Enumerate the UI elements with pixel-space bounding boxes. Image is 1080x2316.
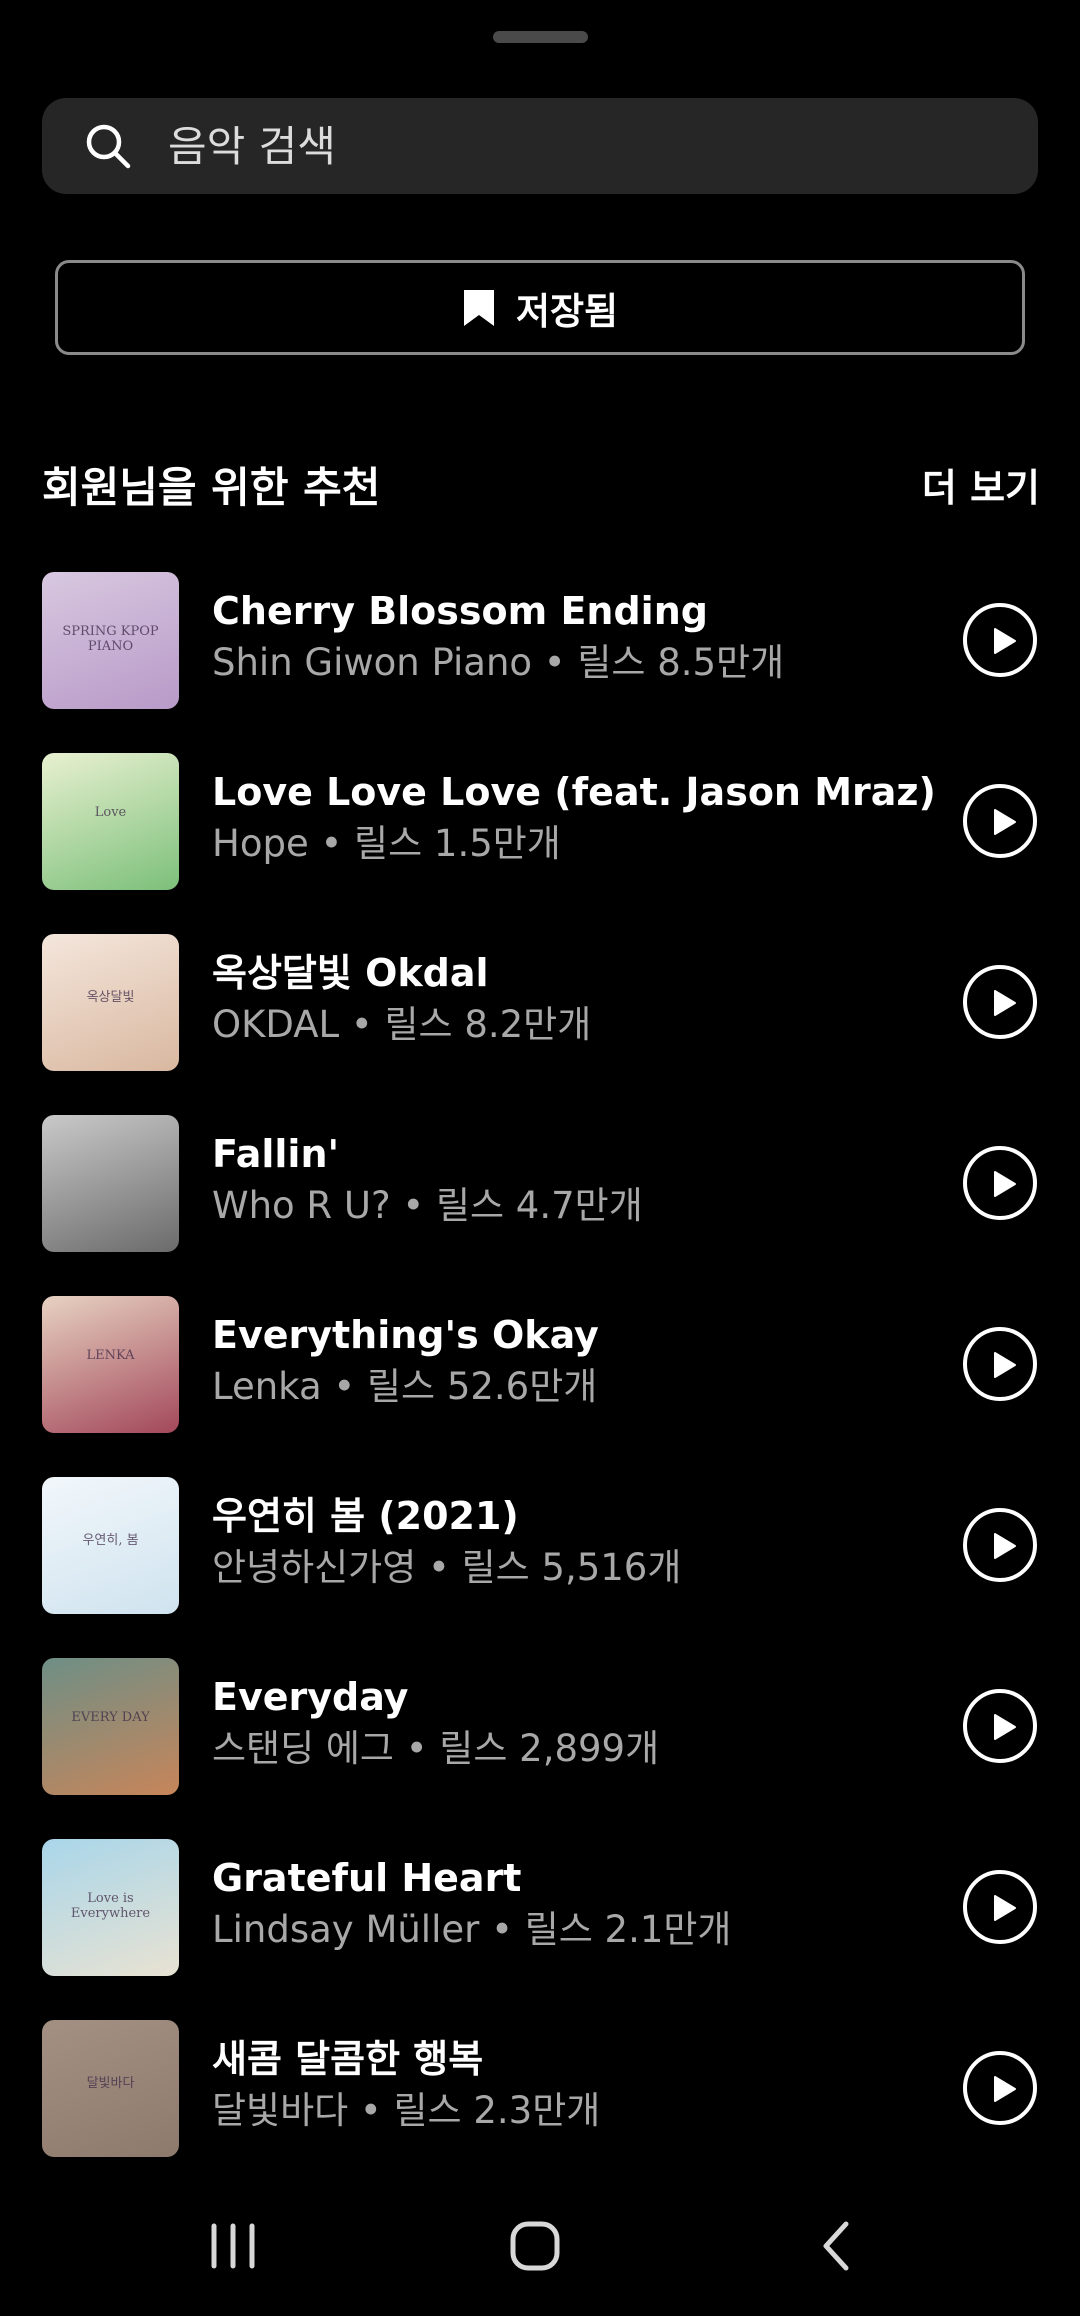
play-icon	[994, 990, 1016, 1016]
play-button[interactable]	[963, 1870, 1037, 1944]
play-button[interactable]	[963, 1508, 1037, 1582]
back-icon	[823, 2221, 849, 2271]
album-cover	[42, 1115, 179, 1252]
track-row[interactable]: 옥상달빛 옥상달빛 Okdal OKDAL • 릴스 8.2만개	[0, 932, 1080, 1072]
play-button[interactable]	[963, 1689, 1037, 1763]
home-button[interactable]	[490, 2210, 580, 2280]
play-icon	[994, 1171, 1016, 1197]
track-row[interactable]: SPRING KPOP PIANO Cherry Blossom Ending Sh…	[0, 570, 1080, 710]
system-nav-bar	[0, 2190, 1080, 2316]
track-row[interactable]: LENKA Everything's Okay Lenka • 릴스 52.6만개	[0, 1294, 1080, 1434]
album-cover-text: 우연히, 봄	[82, 1533, 139, 1548]
track-subtitle: Hope • 릴스 1.5만개	[212, 822, 561, 865]
play-icon	[994, 1533, 1016, 1559]
recent-apps-icon	[211, 2223, 255, 2269]
album-cover: 달빛바다	[42, 2020, 179, 2157]
play-icon	[994, 1714, 1016, 1740]
album-cover: EVERY DAY	[42, 1658, 179, 1795]
album-cover: 옥상달빛	[42, 934, 179, 1071]
track-title: Love Love Love (feat. Jason Mraz)	[212, 770, 936, 814]
section-title: 회원님을 위한 추천	[42, 463, 381, 512]
search-input[interactable]	[168, 98, 988, 194]
play-button[interactable]	[963, 1327, 1037, 1401]
album-cover-text: EVERY DAY	[71, 1710, 150, 1725]
track-subtitle: 스탠딩 에그 • 릴스 2,899개	[212, 1727, 660, 1770]
track-subtitle: 달빛바다 • 릴스 2.3만개	[212, 2089, 601, 2132]
play-icon	[994, 1895, 1016, 1921]
home-icon	[510, 2221, 560, 2271]
track-title: Cherry Blossom Ending	[212, 589, 708, 633]
track-row[interactable]: 우연히, 봄 우연히 봄 (2021) 안녕하신가영 • 릴스 5,516개	[0, 1475, 1080, 1615]
track-row[interactable]: 달빛바다 새콤 달콤한 행복달빛바다 • 릴스 2.3만개	[0, 2018, 1080, 2158]
album-cover-text: Love	[94, 805, 127, 820]
play-icon	[994, 1352, 1016, 1378]
track-row[interactable]: EVERY DAY Everyday 스탠딩 에그 • 릴스 2,899개	[0, 1656, 1080, 1796]
track-title: 우연히 봄 (2021)	[212, 1494, 519, 1538]
track-row[interactable]: Fallin' Who R U? • 릴스 4.7만개	[0, 1113, 1080, 1253]
play-button[interactable]	[963, 2051, 1037, 2125]
track-subtitle: Lindsay Müller • 릴스 2.1만개	[212, 1908, 732, 1951]
track-row[interactable]: Love Love Love Love (feat. Jason Mraz) Hop…	[0, 751, 1080, 891]
track-subtitle: OKDAL • 릴스 8.2만개	[212, 1003, 592, 1046]
track-title: Grateful Heart	[212, 1856, 522, 1900]
play-icon	[994, 809, 1016, 835]
see-more-link[interactable]: 더 보기	[922, 458, 1040, 518]
track-row[interactable]: Love is Everywhere Grateful Heart Lindsay …	[0, 1837, 1080, 1977]
bookmark-icon	[463, 289, 494, 326]
album-cover-text: Love is Everywhere	[70, 1891, 151, 1921]
search-icon	[86, 124, 131, 169]
album-cover: 우연히, 봄	[42, 1477, 179, 1614]
album-cover: Love	[42, 753, 179, 890]
album-cover: Love is Everywhere	[42, 1839, 179, 1976]
track-subtitle: Shin Giwon Piano • 릴스 8.5만개	[212, 641, 785, 684]
drag-handle[interactable]	[493, 31, 588, 43]
album-cover-text: 옥상달빛	[86, 990, 135, 1005]
recent-apps-button[interactable]	[188, 2210, 278, 2280]
album-cover-text: 달빛바다	[86, 2076, 135, 2091]
track-title: Fallin'	[212, 1132, 340, 1176]
track-title: 옥상달빛 Okdal	[212, 951, 489, 995]
track-title: Everything's Okay	[212, 1313, 599, 1357]
saved-button-label: 저장됨	[515, 289, 619, 333]
track-subtitle: 안녕하신가영 • 릴스 5,516개	[212, 1546, 682, 1589]
album-cover: LENKA	[42, 1296, 179, 1433]
track-subtitle: Who R U? • 릴스 4.7만개	[212, 1184, 643, 1227]
play-icon	[994, 2076, 1016, 2102]
play-button[interactable]	[963, 965, 1037, 1039]
play-button[interactable]	[963, 784, 1037, 858]
album-cover-text: SPRING KPOP PIANO	[62, 624, 159, 654]
play-button[interactable]	[963, 603, 1037, 677]
track-title: 새콤 달콤한 행복	[212, 2037, 484, 2081]
search-bar[interactable]	[42, 98, 1038, 194]
track-title: Everyday	[212, 1675, 409, 1719]
track-subtitle: Lenka • 릴스 52.6만개	[212, 1365, 598, 1408]
back-button[interactable]	[792, 2210, 882, 2280]
saved-button[interactable]: 저장됨	[55, 260, 1025, 355]
album-cover: SPRING KPOP PIANO	[42, 572, 179, 709]
play-button[interactable]	[963, 1146, 1037, 1220]
album-cover-text: LENKA	[86, 1348, 135, 1363]
play-icon	[994, 628, 1016, 654]
